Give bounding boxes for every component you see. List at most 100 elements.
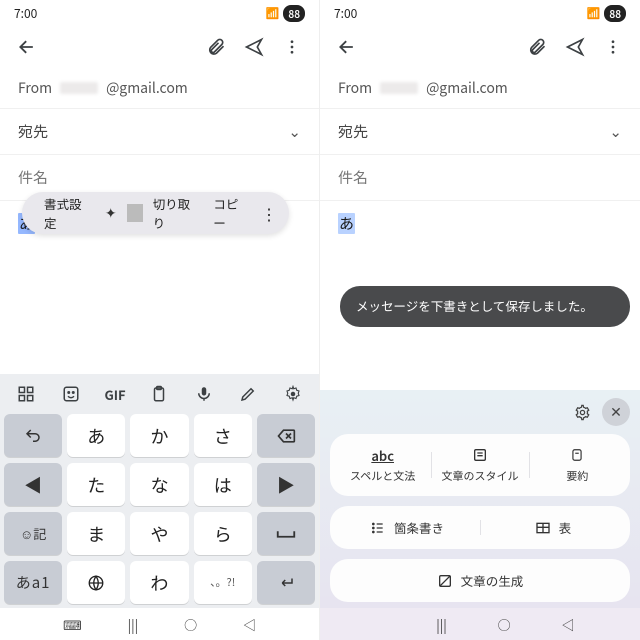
from-label: From	[18, 78, 52, 98]
toast-text: メッセージを下書きとして保存しました。	[356, 296, 593, 315]
snackbar-toast: メッセージを下書きとして保存しました。	[340, 286, 630, 327]
key-mode-switch[interactable]: あa1	[4, 561, 62, 604]
from-email-suffix: @gmail.com	[106, 78, 188, 98]
key-emoji[interactable]: ☺記	[4, 512, 62, 555]
status-bar: 7:00 📶88	[0, 0, 319, 26]
ctx-divider	[127, 204, 143, 222]
table-icon	[535, 520, 551, 536]
ai-sparkle-icon[interactable]: ✦	[97, 203, 125, 223]
panel-close-icon[interactable]: ✕	[602, 398, 630, 426]
key-ka[interactable]: か	[130, 414, 188, 457]
kbd-sticker-icon[interactable]	[48, 374, 92, 414]
key-undo[interactable]	[4, 414, 62, 457]
kbd-edit-icon[interactable]	[226, 374, 270, 414]
option-table[interactable]: 表	[480, 518, 626, 537]
status-right: 📶88	[587, 5, 626, 22]
option-spell-grammar[interactable]: abc スペルと文法	[334, 446, 431, 484]
attach-button[interactable]	[518, 28, 556, 66]
key-left[interactable]: ◀	[4, 463, 62, 506]
battery-pill: 88	[604, 5, 626, 22]
status-right: 📶88	[266, 5, 305, 22]
text-context-menu: 書式設定 ✦ 切り取り コピー ⋮	[22, 192, 289, 234]
key-globe[interactable]	[67, 561, 125, 604]
send-button[interactable]	[235, 28, 273, 66]
selected-text[interactable]: あ	[338, 213, 355, 234]
summary-icon	[570, 446, 584, 464]
nav-recents[interactable]: |||	[436, 615, 447, 634]
send-button[interactable]	[556, 28, 594, 66]
ctx-cut[interactable]: 切り取り	[145, 194, 206, 232]
nav-back[interactable]: ◁	[562, 615, 575, 634]
bullets-icon	[370, 520, 386, 536]
status-bar: 7:00 📶88	[320, 0, 640, 26]
kbd-mic-icon[interactable]	[182, 374, 226, 414]
ctx-copy[interactable]: コピー	[205, 194, 255, 232]
nav-keyboard-icon[interactable]: ⌨	[63, 615, 82, 634]
key-right[interactable]: ▶	[257, 463, 315, 506]
nav-recents[interactable]: |||	[128, 615, 139, 634]
ctx-more-icon[interactable]: ⋮	[255, 201, 283, 225]
key-sa[interactable]: さ	[194, 414, 252, 457]
nav-home[interactable]: ○	[498, 615, 511, 634]
app-bar	[320, 26, 640, 68]
subject-placeholder: 件名	[18, 167, 48, 188]
key-enter[interactable]	[257, 561, 315, 604]
key-na[interactable]: な	[130, 463, 188, 506]
chevron-down-icon[interactable]: ⌄	[288, 121, 301, 142]
panel-settings-icon[interactable]	[568, 398, 596, 426]
phone-right: 7:00 📶88 From @gmail.com 宛先 ⌄ 件名 あ メッセージ…	[320, 0, 640, 640]
key-ma[interactable]: ま	[67, 512, 125, 555]
style-icon	[472, 446, 488, 464]
from-row[interactable]: From @gmail.com	[0, 68, 319, 108]
status-time: 7:00	[334, 5, 357, 22]
keyboard: GIF あ か さ ◀ た な は ▶ ☺記 ま や ら あa1	[0, 374, 319, 608]
android-navbar: ||| ○ ◁	[320, 608, 640, 640]
key-wa[interactable]: わ	[130, 561, 188, 604]
from-label: From	[338, 78, 372, 98]
subject-placeholder: 件名	[338, 167, 368, 188]
ctx-format[interactable]: 書式設定	[36, 194, 97, 232]
nav-home[interactable]: ○	[184, 615, 197, 634]
key-space[interactable]	[257, 512, 315, 555]
subject-field[interactable]: 件名	[320, 154, 640, 201]
option-generate[interactable]: 文章の生成	[330, 559, 630, 602]
key-punct[interactable]: 、。?!	[194, 561, 252, 604]
from-redacted	[380, 82, 418, 94]
to-label: 宛先	[338, 121, 368, 142]
from-row[interactable]: From @gmail.com	[320, 68, 640, 108]
abc-icon: abc	[371, 446, 394, 464]
key-ta[interactable]: た	[67, 463, 125, 506]
to-field[interactable]: 宛先 ⌄	[320, 108, 640, 154]
from-email-suffix: @gmail.com	[426, 78, 508, 98]
key-a[interactable]: あ	[67, 414, 125, 457]
overflow-button[interactable]	[273, 28, 311, 66]
kbd-clipboard-icon[interactable]	[137, 374, 181, 414]
suggestion-row-1: abc スペルと文法 文章のスタイル 要約	[330, 434, 630, 496]
overflow-button[interactable]	[594, 28, 632, 66]
option-bullets[interactable]: 箇条書き	[334, 518, 480, 537]
to-field[interactable]: 宛先 ⌄	[0, 108, 319, 154]
kbd-menu-icon[interactable]	[4, 374, 48, 414]
nav-back[interactable]: ◁	[243, 615, 256, 634]
option-style[interactable]: 文章のスタイル	[431, 446, 528, 484]
back-button[interactable]	[8, 28, 46, 66]
to-label: 宛先	[18, 121, 48, 142]
phone-left: 7:00 📶88 From @gmail.com 宛先 ⌄ 件名 あ 書式設定	[0, 0, 320, 640]
key-backspace[interactable]	[257, 414, 315, 457]
suggestion-row-2: 箇条書き 表	[330, 506, 630, 549]
option-summary[interactable]: 要約	[529, 446, 626, 484]
app-bar	[0, 26, 319, 68]
back-button[interactable]	[328, 28, 366, 66]
attach-button[interactable]	[197, 28, 235, 66]
key-ra[interactable]: ら	[194, 512, 252, 555]
key-ha[interactable]: は	[194, 463, 252, 506]
generate-icon	[437, 573, 453, 589]
chevron-down-icon[interactable]: ⌄	[609, 121, 622, 142]
android-navbar: ⌨ ||| ○ ◁	[0, 608, 319, 640]
battery-pill: 88	[283, 5, 305, 22]
from-redacted	[60, 82, 98, 94]
kbd-settings-icon[interactable]	[271, 374, 315, 414]
smart-compose-panel: ✕ abc スペルと文法 文章のスタイル 要約 箇条書き 表	[320, 390, 640, 608]
key-ya[interactable]: や	[130, 512, 188, 555]
kbd-gif-button[interactable]: GIF	[93, 374, 137, 414]
